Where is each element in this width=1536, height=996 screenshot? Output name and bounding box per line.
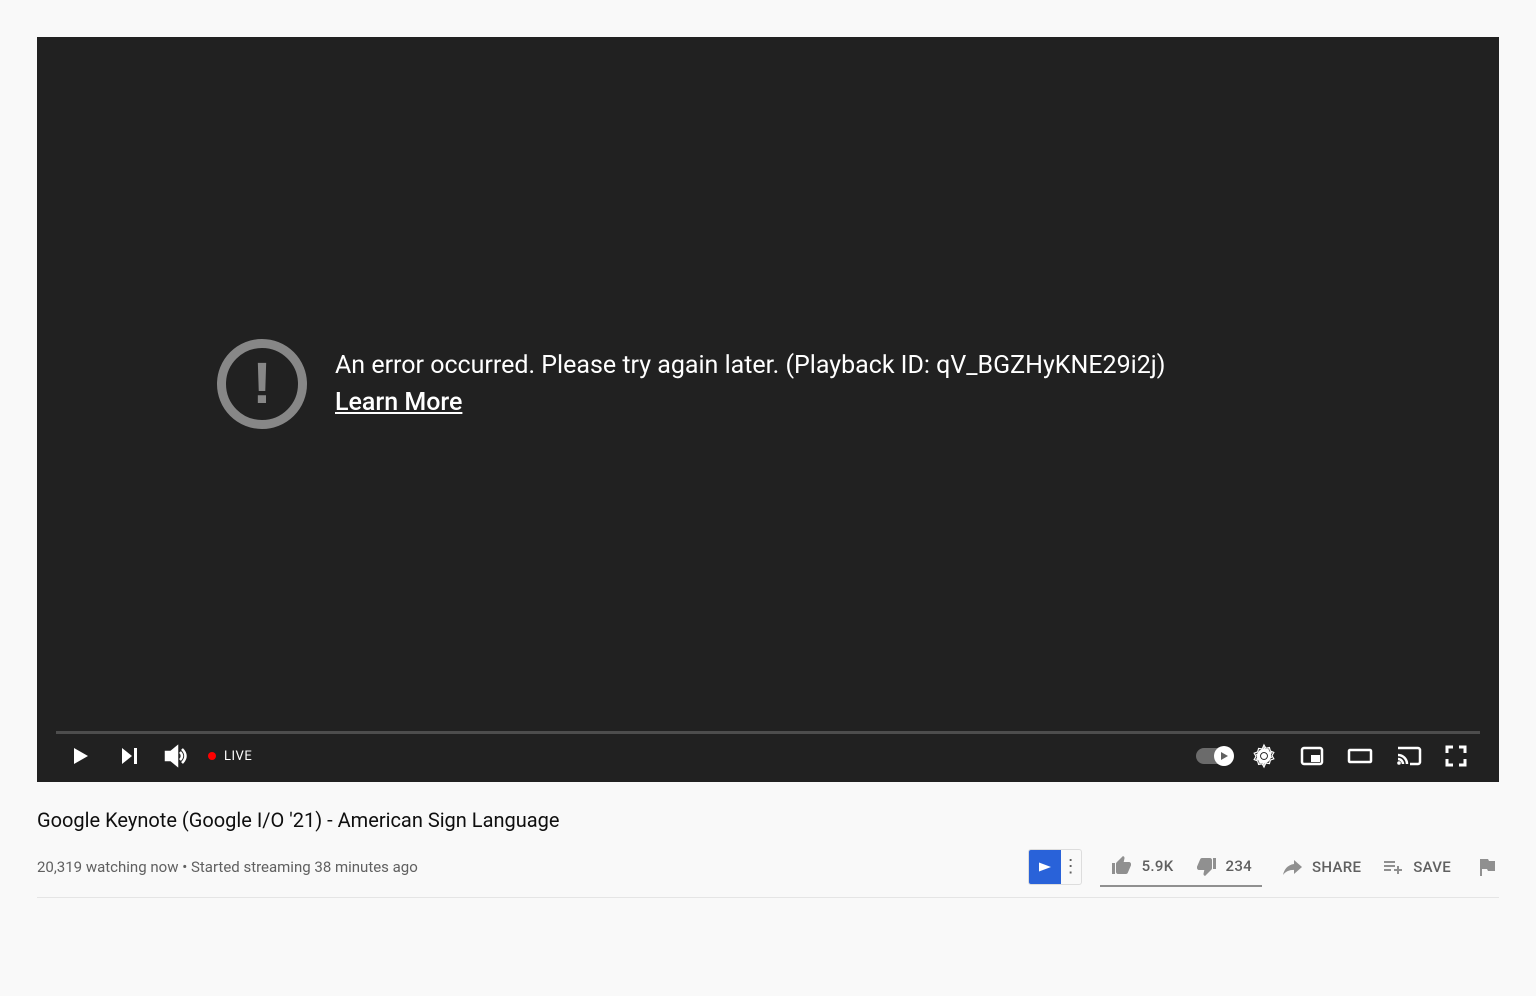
share-button[interactable]: SHARE bbox=[1270, 847, 1371, 887]
watching-count: 20,319 watching now bbox=[37, 858, 178, 876]
meta-separator: • bbox=[178, 858, 191, 876]
applause-button[interactable]: ⋮ bbox=[1028, 849, 1082, 885]
live-indicator[interactable]: LIVE bbox=[208, 749, 252, 764]
autoplay-toggle[interactable] bbox=[1196, 748, 1232, 764]
video-info-section: Google Keynote (Google I/O '21) - Americ… bbox=[37, 782, 1499, 898]
theater-mode-button[interactable] bbox=[1336, 732, 1384, 780]
next-button[interactable] bbox=[104, 732, 152, 780]
error-icon: ! bbox=[217, 339, 307, 429]
share-icon bbox=[1280, 855, 1304, 879]
video-player: ! An error occurred. Please try again la… bbox=[37, 37, 1499, 782]
save-label: SAVE bbox=[1413, 858, 1451, 876]
exclamation-icon: ! bbox=[252, 355, 271, 413]
video-title: Google Keynote (Google I/O '21) - Americ… bbox=[37, 807, 1499, 833]
error-message-box: ! An error occurred. Please try again la… bbox=[217, 339, 1165, 429]
volume-button[interactable] bbox=[152, 732, 200, 780]
like-count: 5.9K bbox=[1142, 857, 1174, 875]
save-button[interactable]: SAVE bbox=[1371, 847, 1461, 887]
live-label: LIVE bbox=[224, 749, 252, 764]
like-button[interactable]: 5.9K bbox=[1100, 846, 1184, 886]
applause-icon bbox=[1029, 850, 1061, 884]
error-text: An error occurred. Please try again late… bbox=[335, 347, 1165, 422]
autoplay-thumb-icon bbox=[1214, 746, 1234, 766]
fullscreen-button[interactable] bbox=[1432, 732, 1480, 780]
like-dislike-group: 5.9K 234 bbox=[1100, 847, 1262, 887]
playlist-add-icon bbox=[1381, 855, 1405, 879]
live-dot-icon bbox=[208, 752, 216, 760]
cast-button[interactable] bbox=[1384, 732, 1432, 780]
play-button[interactable] bbox=[56, 732, 104, 780]
thumbs-up-icon bbox=[1110, 854, 1134, 878]
video-content-area: ! An error occurred. Please try again la… bbox=[37, 37, 1499, 731]
video-meta-row: 20,319 watching now • Started streaming … bbox=[37, 847, 1499, 898]
thumbs-down-icon bbox=[1194, 854, 1218, 878]
video-meta-text: 20,319 watching now • Started streaming … bbox=[37, 858, 418, 876]
report-button[interactable] bbox=[1461, 847, 1499, 887]
dislike-count: 234 bbox=[1226, 857, 1252, 875]
share-label: SHARE bbox=[1312, 858, 1361, 876]
settings-button[interactable] bbox=[1240, 732, 1288, 780]
stream-started: Started streaming 38 minutes ago bbox=[191, 858, 418, 876]
miniplayer-button[interactable] bbox=[1288, 732, 1336, 780]
learn-more-link[interactable]: Learn More bbox=[335, 388, 462, 417]
flag-icon bbox=[1475, 855, 1499, 879]
error-message: An error occurred. Please try again late… bbox=[335, 347, 1165, 385]
video-actions: ⋮ 5.9K 234 SHARE bbox=[1028, 847, 1499, 887]
more-vertical-icon: ⋮ bbox=[1061, 858, 1081, 876]
dislike-button[interactable]: 234 bbox=[1184, 846, 1262, 886]
player-controls: LIVE bbox=[37, 734, 1499, 782]
